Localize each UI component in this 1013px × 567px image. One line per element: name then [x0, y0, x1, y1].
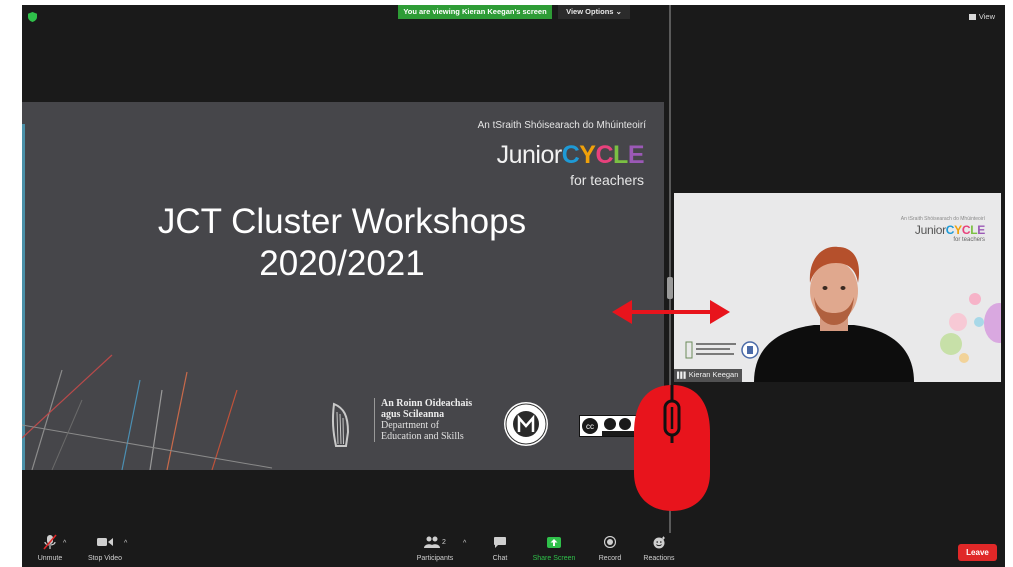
- chevron-down-icon: ⌄: [615, 7, 622, 16]
- department-logo-text: An Roinn Oideachais agus Scileanna Depar…: [374, 398, 472, 442]
- record-icon: [604, 536, 616, 548]
- view-label: View: [978, 12, 995, 21]
- share-screen-label: Share Screen: [532, 555, 576, 562]
- participants-count: 2: [442, 538, 446, 546]
- harp-emblem-icon: [331, 402, 350, 447]
- dept-english-line-1: Department of: [381, 420, 440, 431]
- audio-options-caret-icon[interactable]: ^: [63, 540, 66, 547]
- double-headed-arrow: [612, 300, 730, 324]
- tile-logo-cycle-text: CYCLE: [945, 223, 986, 237]
- logo-letter: Y: [579, 141, 596, 169]
- decor-dot: [984, 303, 1001, 343]
- participants-button[interactable]: 2 Participants: [415, 533, 455, 567]
- grid-view-icon: [968, 14, 976, 21]
- leave-button[interactable]: Leave: [958, 544, 997, 561]
- participant-video-tile[interactable]: An tSraith Shóisearach do Mhúinteoirí Ju…: [674, 193, 1001, 382]
- record-label: Record: [598, 555, 622, 562]
- participants-icon: [424, 536, 441, 548]
- decor-dot: [974, 317, 984, 327]
- video-options-caret-icon[interactable]: ^: [124, 540, 127, 547]
- chat-label: Chat: [492, 555, 508, 562]
- slide-year: 2020/2021: [259, 244, 425, 283]
- participants-label: Participants: [416, 555, 454, 562]
- chat-icon: [494, 536, 506, 548]
- share-screen-button[interactable]: Share Screen: [530, 533, 578, 567]
- logo-junior-text: Junior: [496, 141, 563, 169]
- dept-english-line-2: Education and Skills: [381, 431, 464, 442]
- logo-letter: C: [595, 141, 614, 169]
- decor-dot: [940, 333, 962, 355]
- reactions-label: Reactions: [643, 555, 675, 562]
- decor-dot: [959, 353, 969, 363]
- security-shield-icon[interactable]: [28, 12, 37, 22]
- meeting-toolbar: Unmute ^ Stop Video ^ 2 Participants ^ C…: [22, 533, 1005, 567]
- decor-dot: [969, 293, 981, 305]
- tile-junior-cycle-logo: JuniorCYCLE: [915, 223, 985, 237]
- mouse-icon: [634, 385, 710, 511]
- stop-video-button[interactable]: Stop Video: [82, 533, 128, 567]
- participant-video-feed: [754, 246, 914, 382]
- slide-tagline: An tSraith Shóisearach do Mhúinteoirí: [477, 120, 646, 131]
- split-resize-handle[interactable]: [667, 277, 673, 299]
- share-screen-icon: [547, 536, 561, 548]
- view-options-label: View Options: [566, 7, 614, 16]
- tile-department-logo: [685, 341, 759, 359]
- unmute-label: Unmute: [37, 555, 63, 562]
- participants-options-caret-icon[interactable]: ^: [463, 540, 466, 547]
- logo-letter: C: [945, 223, 955, 237]
- video-camera-icon: [97, 538, 113, 546]
- logo-letter: Y: [954, 223, 962, 237]
- decorative-lines: [22, 354, 273, 470]
- logo-letter: C: [961, 223, 971, 237]
- junior-cycle-logo: JuniorCYCLE: [496, 140, 645, 170]
- logo-cycle-text: CYCLE: [561, 141, 645, 169]
- dept-irish-line-2: agus Scileanna: [381, 409, 445, 420]
- logo-letter: E: [977, 223, 985, 237]
- svg-text:cc: cc: [586, 422, 594, 431]
- shared-screen-slide: An tSraith Shóisearach do Mhúinteoirí Ju…: [22, 102, 664, 470]
- view-options-button[interactable]: View Options ⌄: [558, 5, 630, 19]
- participant-name: Kieran Keegan: [688, 370, 739, 379]
- participant-name-label: ▌▌▌ Kieran Keegan: [674, 369, 743, 382]
- dept-irish-line-1: An Roinn Oideachais: [381, 398, 473, 409]
- reactions-button[interactable]: Reactions: [641, 533, 677, 567]
- unmute-button[interactable]: Unmute: [32, 533, 68, 567]
- viewing-screen-banner: You are viewing Kieran Keegan's screen: [398, 5, 552, 19]
- chat-button[interactable]: Chat: [488, 533, 512, 567]
- signal-strength-icon: ▌▌▌: [677, 373, 688, 379]
- record-button[interactable]: Record: [595, 533, 625, 567]
- mic-muted-icon: [43, 534, 57, 550]
- stop-video-label: Stop Video: [87, 555, 123, 562]
- tile-logo-tagline: An tSraith Shóisearach do Mhúinteoirí: [900, 216, 985, 222]
- logo-letter: C: [561, 141, 580, 169]
- tile-logo-junior-text: Junior: [914, 223, 946, 237]
- creative-commons-icon: cc: [579, 415, 639, 437]
- logo-letter: L: [613, 141, 628, 169]
- tile-logo-subtitle: for teachers: [953, 237, 985, 243]
- zoom-meeting-window: You are viewing Kieran Keegan's screen V…: [22, 5, 1005, 567]
- education-seal-icon: [504, 402, 548, 446]
- logo-letter: E: [627, 141, 645, 169]
- slide-title: JCT Cluster Workshops: [157, 202, 527, 241]
- reactions-emoji-icon: [653, 536, 665, 548]
- logo-subtitle: for teachers: [570, 172, 644, 188]
- view-button[interactable]: View: [968, 11, 995, 23]
- decor-dot: [949, 313, 967, 331]
